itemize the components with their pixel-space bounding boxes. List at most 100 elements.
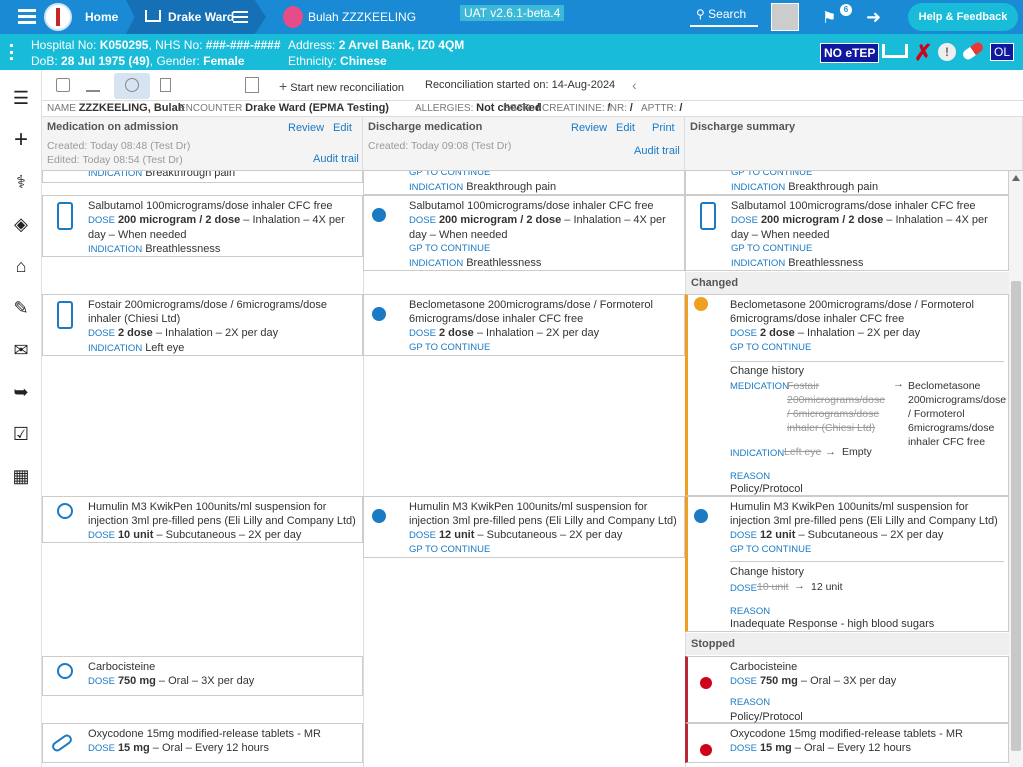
history-indication-label: INDICATION <box>730 448 785 459</box>
chevron-left-icon[interactable]: ‹ <box>632 77 637 93</box>
reconciliation-started: Reconciliation started on: 14-Aug-2024 <box>425 79 616 91</box>
stopped-capsule-icon <box>700 744 712 756</box>
discharge-salbutamol-card[interactable]: Salbutamol 100micrograms/dose inhaler CF… <box>363 195 685 271</box>
discharge-audit-link[interactable]: Audit trail <box>634 145 680 157</box>
admission-fostair-card[interactable]: Fostair 200micrograms/dose / 6micrograms… <box>42 294 363 356</box>
discharge-edit-link[interactable]: Edit <box>616 122 635 134</box>
admission-edited: Edited: Today 08:54 (Test Dr) <box>47 154 183 166</box>
summary-partial-card[interactable]: GP TO CONTINUE INDICATION Breakthrough pai… <box>685 171 1009 195</box>
discharge-print-link[interactable]: Print <box>652 122 675 134</box>
discharge-beclometasone-card[interactable]: Beclometasone 200micrograms/dose / Formo… <box>363 294 685 356</box>
admission-review-link[interactable]: Review <box>288 122 324 134</box>
help-button[interactable]: Help & Feedback <box>908 3 1018 31</box>
discharge-partial-card[interactable]: GP TO CONTINUE INDICATION Breakthrough pai… <box>363 171 685 195</box>
inhaler-icon <box>57 301 73 329</box>
change-history-rule <box>730 561 1004 562</box>
medicine-icon <box>57 663 73 679</box>
collapse-icon[interactable] <box>10 44 18 60</box>
discharge-review-link[interactable]: Review <box>571 122 607 134</box>
ward-menu-icon[interactable] <box>233 11 248 23</box>
add-icon[interactable]: + <box>10 126 32 153</box>
patient-info-line: NAME ZZZKEELING, Bulah ENCOUNTER Drake W… <box>42 101 1023 117</box>
list-icon[interactable]: ☰ <box>10 87 32 109</box>
admission-humulin-card[interactable]: Humulin M3 KwikPen 100units/ml suspensio… <box>42 496 363 543</box>
scroll-up-icon[interactable] <box>1012 175 1020 181</box>
history-new-dose: 12 unit <box>811 581 843 593</box>
link-tab-active[interactable] <box>114 73 150 99</box>
admission-audit-link[interactable]: Audit trail <box>313 153 359 165</box>
logout-icon[interactable]: ➜ <box>866 7 881 28</box>
admission-carbocisteine-card[interactable]: Carbocisteine DOSE 750 mg – Oral – 3X per … <box>42 656 363 696</box>
summary-oxycodone-card[interactable]: Oxycodone 15mg modified-release tablets … <box>685 723 1009 763</box>
app-logo <box>44 3 72 31</box>
start-reconciliation-button[interactable]: + Start new reconciliation <box>279 78 404 94</box>
start-label: Start new reconciliation <box>290 82 404 94</box>
patient-demographics: DoB: 28 Jul 1975 (49), Gender: Female <box>31 54 245 68</box>
arrow-icon: → <box>825 446 836 458</box>
changed-section-header: Changed <box>686 272 1009 294</box>
alert-icon[interactable]: ! <box>938 43 956 61</box>
notes-icon[interactable] <box>160 78 171 92</box>
summary-carbocisteine-card[interactable]: Carbocisteine DOSE 750 mg – Oral – 3X per … <box>685 656 1009 723</box>
capsule-icon <box>50 732 74 754</box>
continue-inhaler-icon <box>372 208 386 222</box>
admission-edit-link[interactable]: Edit <box>333 122 352 134</box>
camera-icon[interactable]: ◈ <box>10 213 32 235</box>
search-icon: ⚲ <box>696 7 705 21</box>
injection-pen-icon <box>57 503 73 519</box>
admission-oxycodone-card[interactable]: Oxycodone 15mg modified-release tablets … <box>42 723 363 763</box>
admission-salbutamol-card[interactable]: Salbutamol 100micrograms/dose inhaler CF… <box>42 195 363 257</box>
user-avatar[interactable] <box>771 3 799 31</box>
pill-icon[interactable] <box>961 40 985 62</box>
add-reconciliation-icon[interactable] <box>245 77 259 93</box>
history-icon[interactable] <box>56 78 70 92</box>
toolbar: + Start new reconciliation Reconciliatio… <box>42 70 1023 101</box>
summary-title: Discharge summary <box>690 121 796 133</box>
scale-icon[interactable] <box>86 78 100 92</box>
arrow-icon: → <box>893 378 904 390</box>
breadcrumb-ward[interactable]: Drake Ward <box>168 0 234 34</box>
bed-status-icon[interactable] <box>882 44 908 58</box>
discharge-icon[interactable]: ➥ <box>10 381 32 403</box>
reconciliation-content: INDICATION Breakthrough pain GP TO CONTIN… <box>42 171 1009 767</box>
menu-icon[interactable] <box>18 9 36 25</box>
admission-title: Medication on admission <box>47 121 179 133</box>
continue-injection-icon <box>372 509 386 523</box>
document-edit-icon[interactable]: ✎ <box>10 297 32 319</box>
home-icon[interactable]: ⌂ <box>10 255 32 277</box>
patient-ethnicity: Ethnicity: Chinese <box>288 54 387 68</box>
vertical-scrollbar[interactable] <box>1009 171 1023 767</box>
admission-partial-card[interactable]: INDICATION Breakthrough pain <box>42 171 363 183</box>
history-old-medication: Fostair 200micrograms/dose / 6micrograms… <box>787 380 886 434</box>
cross-icon[interactable]: ✗ <box>914 40 932 66</box>
patient-address: Address: 2 Arvel Bank, IZ0 4QM <box>288 38 465 52</box>
discharge-title: Discharge medication <box>368 121 483 133</box>
arrow-icon: → <box>794 580 805 592</box>
breadcrumb-patient[interactable]: Bulah ZZZKEELING <box>308 0 416 34</box>
summary-salbutamol-card[interactable]: Salbutamol 100micrograms/dose inhaler CF… <box>685 195 1009 271</box>
inbox-icon[interactable]: ✉ <box>10 339 32 361</box>
user-initials[interactable]: OL <box>990 43 1015 61</box>
history-old-indication: Left eye <box>784 446 822 458</box>
top-bar: Home Drake Ward Bulah ZZZKEELING UAT v2.… <box>0 0 1023 34</box>
register-icon[interactable]: ▦ <box>10 465 32 487</box>
sidebar: ☰ + ⚕ ◈ ⌂ ✎ ✉ ➥ ☑ ▦ <box>0 70 42 767</box>
breadcrumb-home[interactable]: Home <box>85 0 118 34</box>
patient-ids: Hospital No: K050295, NHS No: ###-###-##… <box>31 38 281 52</box>
plus-icon: + <box>279 78 288 94</box>
scroll-thumb[interactable] <box>1011 281 1021 751</box>
discharge-header: Discharge medication Review Edit Print C… <box>363 117 685 171</box>
flag-icon[interactable]: ⚑ <box>822 8 840 27</box>
reason-label: REASON <box>730 606 771 617</box>
search-button[interactable]: ⚲ Search <box>690 3 758 27</box>
reason-value: Policy/Protocol <box>730 483 803 495</box>
change-history-title: Change history <box>730 365 804 377</box>
checklist-icon[interactable]: ☑ <box>10 423 32 445</box>
stethoscope-icon[interactable]: ⚕ <box>10 171 32 193</box>
summary-humulin-card[interactable]: Humulin M3 KwikPen 100units/ml suspensio… <box>685 496 1009 632</box>
etep-badge[interactable]: NO eTEP <box>820 43 880 63</box>
stopped-medicine-icon <box>700 677 712 689</box>
summary-header: Discharge summary <box>685 117 1023 171</box>
summary-beclometasone-card[interactable]: Beclometasone 200micrograms/dose / Formo… <box>685 294 1009 496</box>
discharge-humulin-card[interactable]: Humulin M3 KwikPen 100units/ml suspensio… <box>363 496 685 558</box>
